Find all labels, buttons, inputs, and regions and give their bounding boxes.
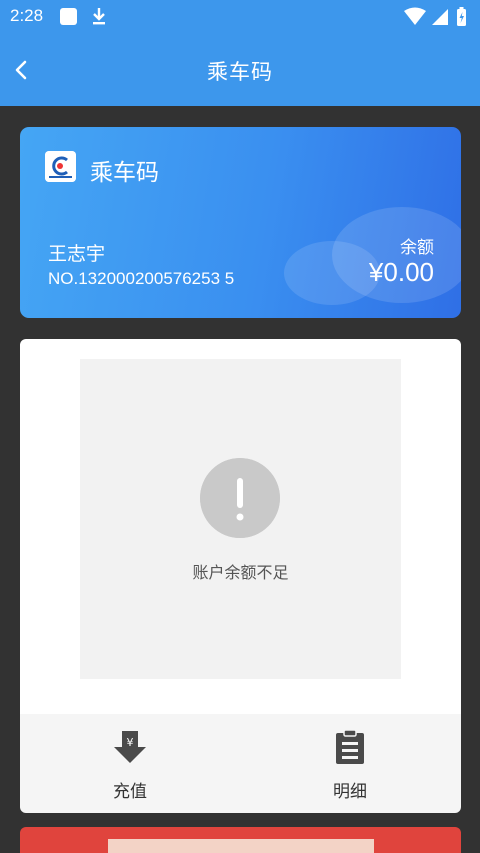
cloud-decoration xyxy=(284,207,461,305)
clipboard-list-icon xyxy=(336,729,364,764)
details-label: 明细 xyxy=(333,782,367,802)
qr-code-area: 账户余额不足 xyxy=(80,359,401,679)
balance-label: 余额 xyxy=(400,238,434,258)
download-icon xyxy=(93,8,105,25)
wifi-icon xyxy=(404,7,426,25)
status-right-icons xyxy=(404,7,466,26)
recharge-label: 充值 xyxy=(113,782,147,802)
action-bar: ¥ 充值 明细 xyxy=(20,714,461,813)
status-bar: 2:28 xyxy=(0,0,480,34)
promo-banner-image xyxy=(108,839,374,853)
transit-logo-icon xyxy=(45,151,76,182)
promo-banner[interactable] xyxy=(20,827,461,853)
balance-value: ¥0.00 xyxy=(368,257,434,287)
signal-icon xyxy=(432,9,448,25)
recharge-download-icon: ¥ xyxy=(114,731,146,763)
battery-charging-icon xyxy=(457,7,466,26)
app-bar: 乘车码 xyxy=(0,34,480,106)
notification-square-icon xyxy=(60,8,77,25)
status-time: 2:28 xyxy=(10,6,44,25)
card-holder-name: 王志宇 xyxy=(48,243,106,265)
insufficient-balance-message: 账户余额不足 xyxy=(192,563,289,582)
recharge-button[interactable]: ¥ 充值 xyxy=(20,714,240,813)
svg-text:¥: ¥ xyxy=(127,736,134,749)
card-title: 乘车码 xyxy=(90,160,159,186)
transit-card: 乘车码 王志宇 NO.132000200576253 5 余额 ¥0.00 xyxy=(20,127,461,318)
card-number: NO.132000200576253 5 xyxy=(48,269,235,288)
exclamation-icon xyxy=(200,458,280,538)
details-button[interactable]: 明细 xyxy=(240,714,460,813)
qr-panel: 账户余额不足 xyxy=(20,339,461,714)
page-title: 乘车码 xyxy=(207,60,273,84)
